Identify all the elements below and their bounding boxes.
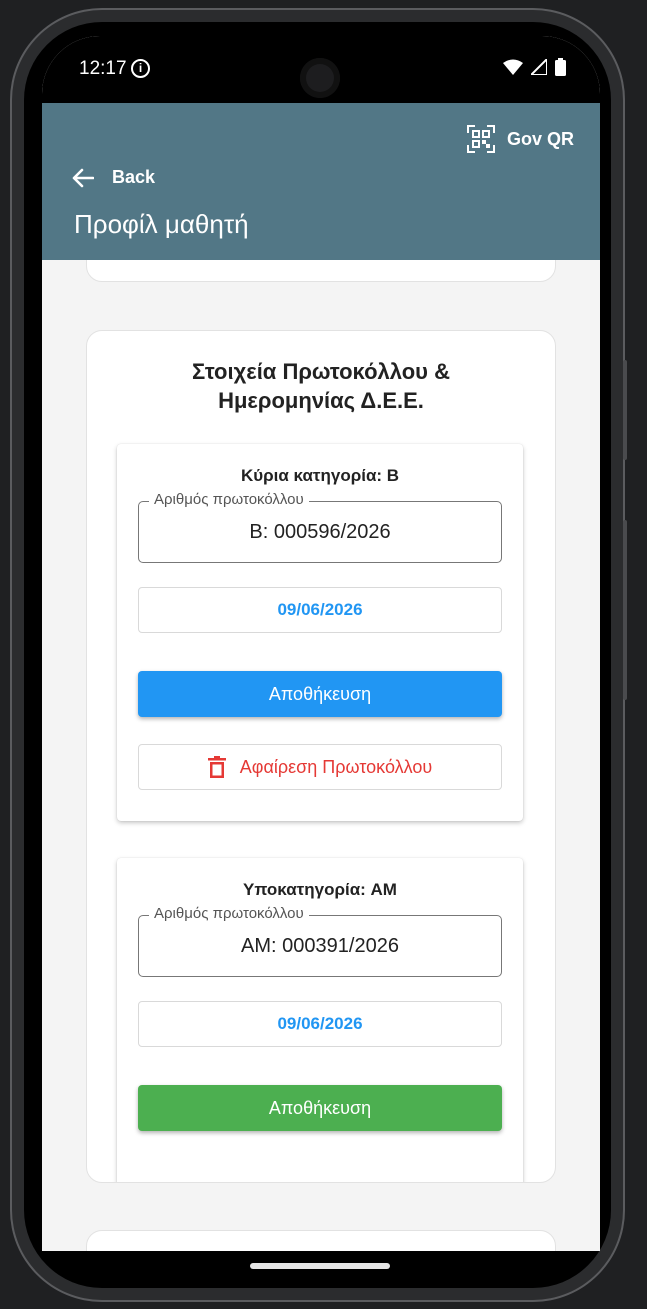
signal-icon (531, 59, 547, 75)
gov-qr-button[interactable]: Gov QR (466, 125, 574, 153)
power-button (623, 520, 627, 700)
next-card (86, 1230, 556, 1251)
app-bar: Gov QR Back Προφίλ μαθητή (42, 103, 600, 260)
protocol-card: Στοιχεία Πρωτοκόλλου & Ημερομηνίας Δ.Ε.Ε… (86, 330, 556, 1183)
home-indicator[interactable] (250, 1263, 390, 1269)
volume-button (623, 360, 627, 460)
battery-icon (555, 58, 566, 76)
trash-icon (207, 756, 226, 778)
card-title: Στοιχεία Πρωτοκόλλου & Ημερομηνίας Δ.Ε.Ε… (192, 359, 450, 413)
status-bar: 12:17 i (42, 36, 600, 103)
front-camera (300, 58, 340, 98)
arrow-left-icon (72, 168, 94, 187)
back-label: Back (112, 167, 156, 187)
wifi-icon (503, 59, 523, 75)
remove-protocol-button[interactable]: Αφαίρεση Πρωτοκόλλου (138, 744, 502, 790)
save-button[interactable]: Αποθήκευση (138, 1085, 502, 1131)
info-icon: i (131, 59, 150, 78)
subcategory-section: Υποκατηγορία: AM Αριθμός πρωτοκόλλου AM:… (117, 858, 523, 1182)
field-value: B: 000596/2026 (249, 521, 391, 543)
save-button[interactable]: Αποθήκευση (138, 671, 502, 717)
back-button[interactable]: Back (72, 167, 155, 188)
section-title: Κύρια κατηγορία: B (240, 466, 400, 485)
main-category-section: Κύρια κατηγορία: B Αριθμός πρωτοκόλλου B… (117, 444, 523, 821)
status-time: 12:17 (79, 58, 127, 79)
scroll-content[interactable]: Στοιχεία Πρωτοκόλλου & Ημερομηνίας Δ.Ε.Ε… (42, 260, 600, 1251)
status-icons (503, 58, 566, 76)
previous-card (86, 260, 556, 282)
screen: 12:17 i Gov QR Back Προφίλ μαθητή Στοιχε… (42, 36, 600, 1251)
section-title: Υποκατηγορία: AM (243, 880, 397, 899)
protocol-number-field[interactable]: Αριθμός πρωτοκόλλου AM: 000391/2026 (138, 905, 502, 977)
gov-qr-label: Gov QR (506, 128, 574, 149)
field-value: AM: 000391/2026 (241, 935, 399, 957)
date-button[interactable]: 09/06/2026 (138, 587, 502, 633)
remove-label: Αφαίρεση Πρωτοκόλλου (239, 756, 433, 777)
date-button[interactable]: 09/06/2026 (138, 1001, 502, 1047)
qr-code-icon (466, 125, 495, 153)
field-label: Αριθμός πρωτοκόλλου (149, 491, 309, 508)
page-title: Προφίλ μαθητή (74, 209, 249, 239)
field-label: Αριθμός πρωτοκόλλου (149, 905, 309, 922)
protocol-number-field[interactable]: Αριθμός πρωτοκόλλου B: 000596/2026 (138, 491, 502, 563)
